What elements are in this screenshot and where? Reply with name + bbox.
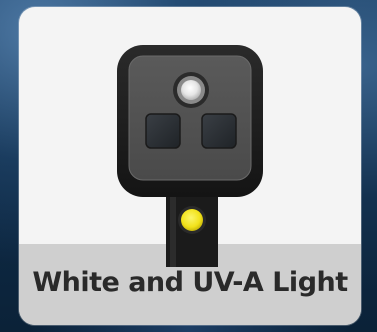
handle-highlight [170, 187, 176, 267]
flashlight-illustration [117, 45, 263, 267]
indicator-led-icon [178, 206, 206, 234]
product-card: White and UV-A Light [19, 7, 361, 325]
white-led-icon [173, 72, 209, 108]
product-caption: White and UV-A Light [32, 267, 348, 298]
